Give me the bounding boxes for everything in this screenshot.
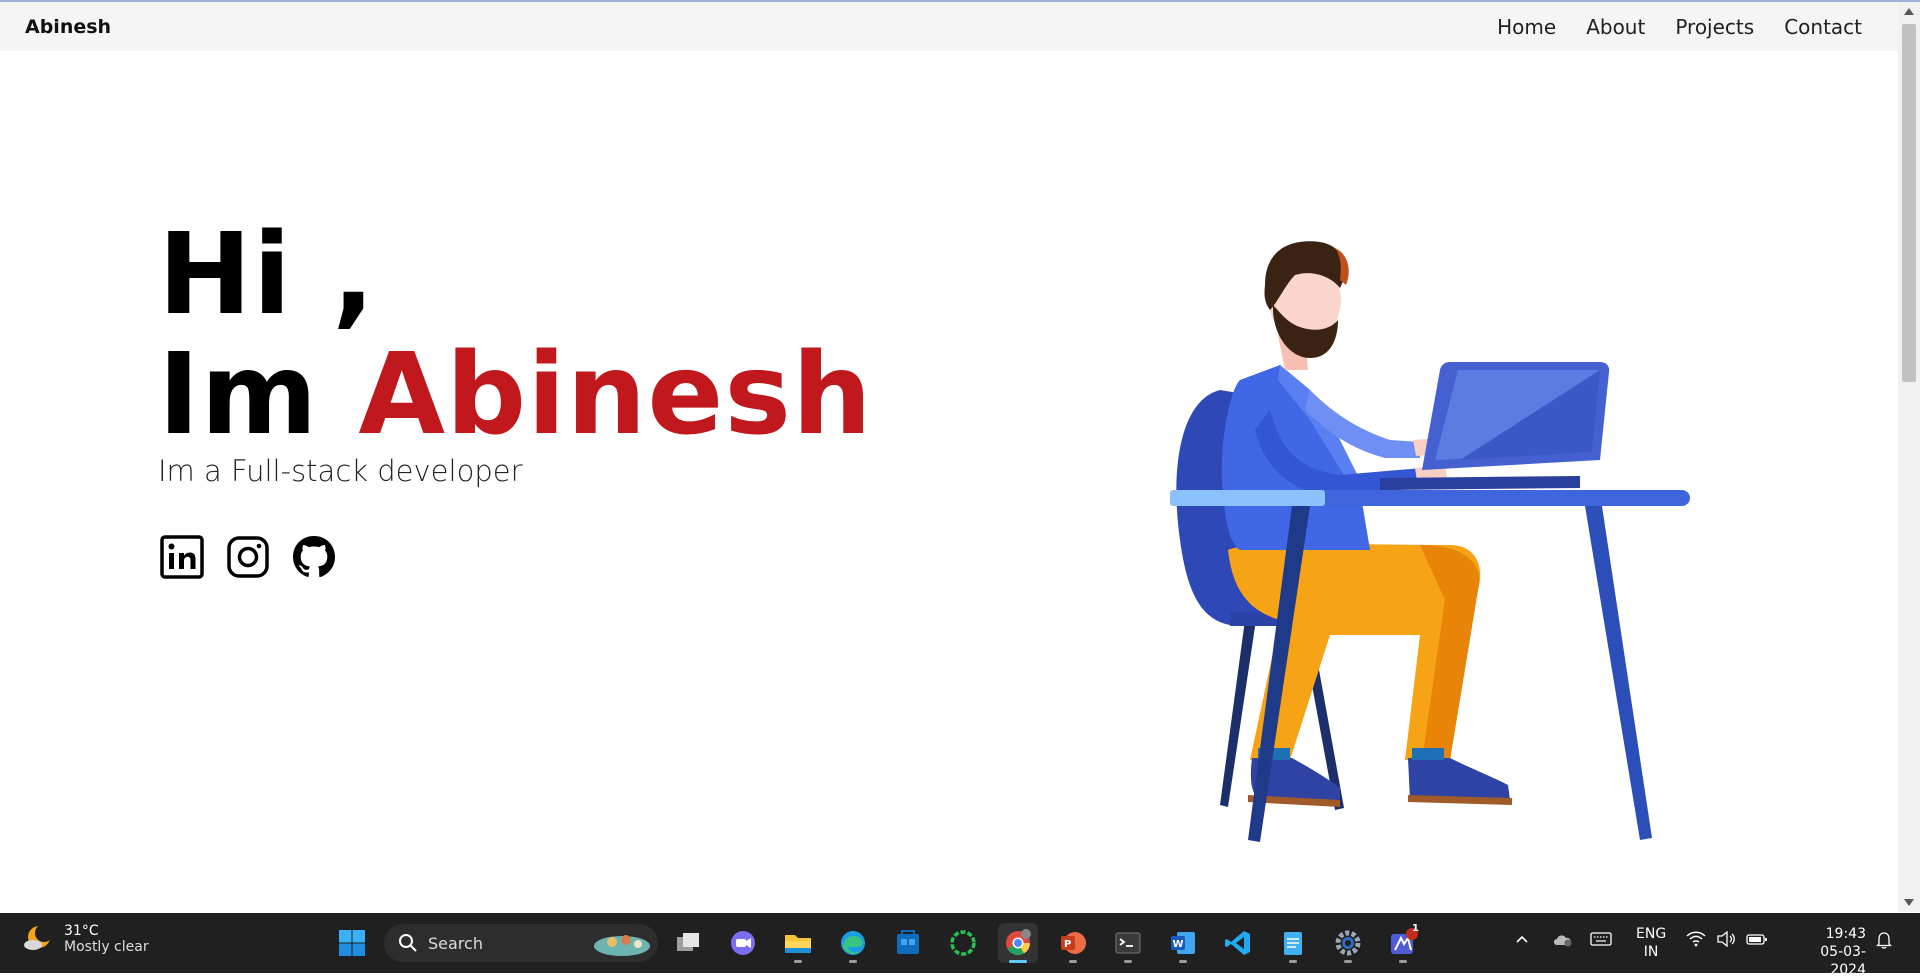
instagram-icon[interactable] — [224, 533, 272, 581]
taskbar: 31°C Mostly clear Search P W 1 ENG IN 19… — [0, 913, 1920, 978]
notepad-button[interactable] — [1273, 923, 1313, 963]
wifi-icon — [1686, 931, 1706, 947]
navbar-brand[interactable]: Abinesh — [25, 16, 111, 38]
hero-intro-prefix: Im — [158, 330, 359, 460]
edge-icon — [841, 931, 865, 955]
weather-text: 31°C Mostly clear — [64, 923, 149, 955]
file-explorer-icon — [785, 935, 811, 953]
word-button[interactable]: W — [1163, 923, 1203, 963]
start-button[interactable] — [332, 923, 372, 963]
taskbar-search[interactable]: Search — [384, 924, 658, 962]
search-label: Search — [428, 933, 483, 953]
edge-button[interactable] — [833, 923, 873, 963]
terminal-icon — [1115, 932, 1141, 954]
wifi-status-button[interactable] — [1686, 931, 1706, 951]
vscode-button[interactable] — [1218, 923, 1258, 963]
running-indicator — [849, 960, 857, 963]
language-line1: ENG — [1636, 926, 1667, 942]
loader-app-button[interactable] — [943, 923, 983, 963]
running-indicator — [1124, 960, 1132, 963]
hero-greeting: Hi , — [158, 210, 376, 340]
language-line2: IN — [1643, 944, 1659, 960]
nav-link-home[interactable]: Home — [1497, 15, 1556, 39]
hero-heading: Hi , Im Abinesh — [158, 215, 873, 455]
running-indicator — [1344, 960, 1352, 963]
cloud-icon — [1554, 935, 1572, 947]
store-icon — [897, 930, 919, 954]
weather-desc: Mostly clear — [64, 939, 149, 955]
language-indicator[interactable]: ENG IN — [1636, 925, 1666, 961]
navbar: Abinesh Home About Projects Contact — [0, 2, 1898, 51]
running-indicator — [1289, 960, 1297, 963]
chrome-icon — [1006, 929, 1031, 956]
search-highlight-image-icon — [594, 935, 650, 956]
social-links — [158, 533, 338, 581]
notifications-button[interactable] — [1875, 931, 1893, 953]
battery-status-button[interactable] — [1746, 931, 1768, 951]
chat-icon — [731, 931, 755, 955]
touch-keyboard-button[interactable] — [1590, 931, 1612, 951]
weather-widget[interactable]: 31°C Mostly clear — [22, 923, 149, 955]
store-button[interactable] — [888, 923, 928, 963]
terminal-button[interactable] — [1108, 923, 1148, 963]
scroll-down-arrow-icon[interactable] — [1904, 899, 1914, 906]
nav-link-about[interactable]: About — [1586, 15, 1645, 39]
clock-time: 19:43 — [1825, 926, 1866, 942]
scroll-thumb[interactable] — [1902, 24, 1916, 382]
chevron-up-icon — [1516, 935, 1528, 943]
hero-intro: Im Abinesh — [158, 335, 873, 455]
settings-icon — [1335, 930, 1361, 956]
running-indicator — [1179, 960, 1187, 963]
scroll-up-arrow-icon[interactable] — [1904, 8, 1914, 15]
bell-icon — [1875, 932, 1893, 949]
keyboard-icon — [1590, 932, 1612, 946]
svg-text:P: P — [1064, 939, 1071, 950]
badge-app-button[interactable]: 1 — [1383, 923, 1423, 963]
windows-logo-icon — [339, 930, 365, 956]
settings-button[interactable] — [1328, 923, 1368, 963]
github-icon[interactable] — [290, 533, 338, 581]
powerpoint-button[interactable]: P — [1053, 923, 1093, 963]
powerpoint-icon: P — [1061, 932, 1086, 954]
battery-icon — [1746, 934, 1767, 945]
page-scrollbar[interactable] — [1898, 2, 1920, 912]
linkedin-icon[interactable] — [158, 533, 206, 581]
nav-links: Home About Projects Contact — [1497, 15, 1862, 39]
running-indicator — [1399, 960, 1407, 963]
show-hidden-icons-button[interactable] — [1514, 931, 1530, 951]
speaker-icon — [1717, 930, 1735, 948]
clock[interactable]: 19:43 05-03-2024 — [1786, 925, 1866, 979]
chrome-button[interactable] — [998, 923, 1038, 963]
nav-link-contact[interactable]: Contact — [1784, 15, 1862, 39]
onedrive-status-button[interactable] — [1552, 931, 1574, 951]
file-explorer-button[interactable] — [778, 923, 818, 963]
chat-button[interactable] — [723, 923, 763, 963]
notepad-icon — [1284, 932, 1302, 955]
running-indicator — [1069, 960, 1077, 963]
notification-badge: 1 — [1412, 923, 1419, 934]
running-indicator — [794, 960, 802, 963]
svg-text:W: W — [1173, 939, 1184, 950]
developer-illustration — [1160, 240, 1700, 860]
task-view-button[interactable] — [668, 923, 708, 963]
hero-name: Abinesh — [358, 330, 873, 460]
volume-button[interactable] — [1716, 930, 1736, 951]
loader-app-icon — [950, 930, 976, 956]
active-indicator — [1009, 960, 1027, 963]
task-view-icon — [677, 933, 699, 951]
hero-subtitle: Im a Full-stack developer — [158, 454, 523, 488]
vscode-icon — [1225, 931, 1250, 955]
word-icon: W — [1171, 932, 1195, 954]
search-icon — [399, 934, 417, 952]
nav-link-projects[interactable]: Projects — [1675, 15, 1754, 39]
clock-date: 05-03-2024 — [1820, 944, 1866, 978]
moon-cloud-icon — [24, 924, 53, 950]
weather-temp: 31°C — [64, 923, 99, 939]
